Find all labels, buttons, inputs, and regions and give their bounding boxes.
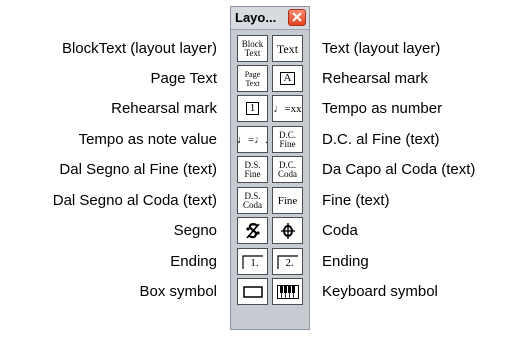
tempo-number-tool-text: ♩=xx [273,102,302,115]
ending-2-tool-text: 2. [285,256,294,269]
dc-fine-tool[interactable]: D.C. Fine [272,126,303,153]
label-ending-2: Ending [322,253,369,270]
label-tempo-note-value: Tempo as note value [78,131,217,148]
palette-title: Layo... [235,10,277,25]
rehearsal-letter-tool-text: A [279,72,296,85]
rehearsal-number-tool-text: 1 [245,102,260,115]
label-keyboard-symbol: Keyboard symbol [322,283,438,300]
text-tool[interactable]: Text [272,35,303,62]
keyboard-symbol-tool[interactable] [272,278,303,305]
label-coda: Coda [322,222,358,239]
label-rehearsal-letter: Rehearsal mark [322,70,428,87]
label-ending-1: Ending [170,253,217,270]
label-tempo-number: Tempo as number [322,100,443,117]
label-dc-fine: D.C. al Fine (text) [322,131,440,148]
close-button[interactable] [288,9,306,26]
rehearsal-number-tool[interactable]: 1 [237,95,268,122]
label-ds-coda: Dal Segno al Coda (text) [52,192,217,209]
ds-coda-tool[interactable]: D.S. Coda [237,187,268,214]
label-page-text: Page Text [150,70,217,87]
page-text-tool[interactable]: Page Text [237,65,268,92]
label-text: Text (layout layer) [322,40,441,57]
close-icon [292,12,302,22]
keyboard-icon [276,284,299,299]
tempo-note-value-tool-text: ♩=♩. [237,133,268,146]
label-ds-fine: Dal Segno al Fine (text) [59,161,217,178]
ds-fine-tool[interactable]: D.S. Fine [237,156,268,183]
palette-titlebar[interactable]: Layo... [231,7,309,30]
label-blocktext: BlockText (layout layer) [61,40,217,57]
ending-1-tool[interactable]: 1. [237,248,268,275]
ending-2-tool[interactable]: 2. [272,248,303,275]
fine-tool-text: Fine [277,194,298,207]
dc-coda-tool[interactable]: D.C. Coda [272,156,303,183]
tempo-number-tool[interactable]: ♩=xx [272,95,303,122]
label-box-symbol: Box symbol [139,283,217,300]
dc-fine-tool-text: D.C. Fine [278,129,296,149]
coda-tool[interactable] [272,217,303,244]
ds-coda-tool-text: D.S. Coda [243,190,262,210]
layout-palette: Layo... Block Text Text Page Text A 1 ♩=… [230,6,310,330]
blocktext-tool[interactable]: Block Text [237,35,268,62]
rehearsal-letter-tool[interactable]: A [272,65,303,92]
segno-icon [245,222,260,239]
fine-tool[interactable]: Fine [272,187,303,214]
box-icon [242,285,263,298]
label-fine: Fine (text) [322,192,390,209]
box-symbol-tool[interactable] [237,278,268,305]
label-rehearsal-number: Rehearsal mark [111,100,217,117]
text-tool-text: Text [276,41,299,56]
label-dc-coda: Da Capo al Coda (text) [322,161,476,178]
label-segno: Segno [173,222,217,239]
dc-coda-tool-text: D.C. Coda [278,159,297,179]
segno-tool[interactable] [237,217,268,244]
ds-fine-tool-text: D.S. Fine [244,159,261,179]
tempo-note-value-tool[interactable]: ♩=♩. [237,126,268,153]
blocktext-tool-text: Block Text [241,38,264,58]
ending-1-tool-text: 1. [250,256,259,269]
page-text-tool-text: Page Text [244,69,261,88]
coda-icon [280,222,295,239]
